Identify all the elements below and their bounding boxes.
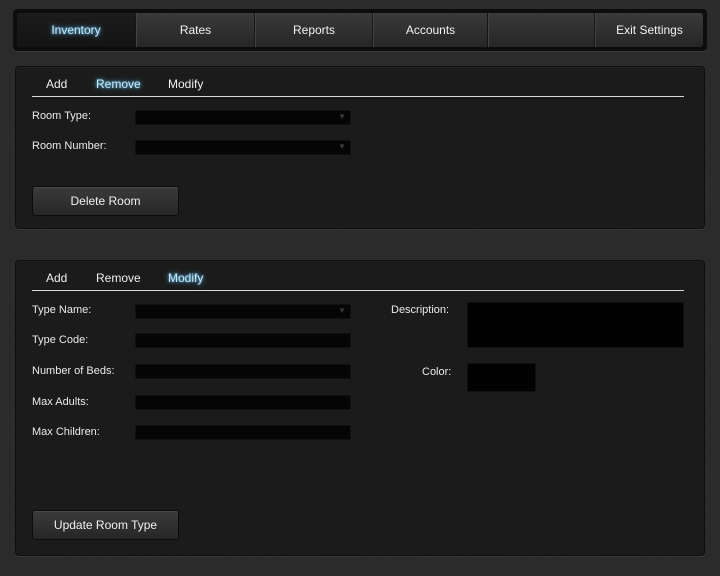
delete-room-button[interactable]: Delete Room bbox=[32, 186, 179, 216]
nav-exit-settings[interactable]: Exit Settings bbox=[595, 13, 703, 47]
nav-tab-inventory[interactable]: Inventory bbox=[17, 13, 136, 47]
max-adults-input[interactable] bbox=[135, 395, 351, 410]
room-number-label: Room Number: bbox=[32, 140, 107, 152]
room-tab-remove[interactable]: Remove bbox=[96, 77, 141, 91]
type-tab-remove[interactable]: Remove bbox=[96, 271, 141, 285]
description-label: Description: bbox=[391, 304, 450, 316]
nav-tab-reports[interactable]: Reports bbox=[255, 13, 373, 47]
chevron-down-icon: ▼ bbox=[338, 142, 346, 151]
room-panel: Add Remove Modify Room Type: ▼ Room Numb… bbox=[15, 66, 705, 229]
nav-tab-rates[interactable]: Rates bbox=[136, 13, 255, 47]
beds-input[interactable] bbox=[135, 364, 351, 379]
room-type-label: Room Type: bbox=[32, 110, 92, 122]
type-tab-modify[interactable]: Modify bbox=[168, 271, 203, 285]
type-panel-tabs: Add Remove Modify bbox=[32, 261, 684, 291]
type-code-label: Type Code: bbox=[32, 334, 89, 346]
max-children-label: Max Children: bbox=[32, 426, 100, 438]
chevron-down-icon: ▼ bbox=[338, 306, 346, 315]
update-room-type-button[interactable]: Update Room Type bbox=[32, 510, 179, 540]
room-type-panel: Add Remove Modify Type Name: ▼ Type Code… bbox=[15, 260, 705, 556]
type-name-label: Type Name: bbox=[32, 304, 92, 316]
room-number-select[interactable]: ▼ bbox=[135, 140, 351, 155]
max-children-input[interactable] bbox=[135, 425, 351, 440]
room-type-select[interactable]: ▼ bbox=[135, 110, 351, 125]
max-adults-label: Max Adults: bbox=[32, 396, 89, 408]
settings-nav: Inventory Rates Reports Accounts Exit Se… bbox=[17, 13, 703, 47]
room-tab-modify[interactable]: Modify bbox=[168, 77, 203, 91]
type-code-input[interactable] bbox=[135, 333, 351, 348]
color-swatch[interactable] bbox=[467, 363, 536, 392]
settings-nav-bar: Inventory Rates Reports Accounts Exit Se… bbox=[13, 9, 707, 51]
type-tab-add[interactable]: Add bbox=[46, 271, 67, 285]
description-textarea[interactable] bbox=[467, 302, 684, 348]
chevron-down-icon: ▼ bbox=[338, 112, 346, 121]
room-tab-add[interactable]: Add bbox=[46, 77, 67, 91]
type-name-select[interactable]: ▼ bbox=[135, 304, 351, 319]
nav-tab-accounts[interactable]: Accounts bbox=[373, 13, 488, 47]
nav-tab-empty[interactable] bbox=[488, 13, 595, 47]
room-panel-tabs: Add Remove Modify bbox=[32, 67, 684, 97]
color-label: Color: bbox=[422, 366, 452, 378]
beds-label: Number of Beds: bbox=[32, 365, 115, 377]
